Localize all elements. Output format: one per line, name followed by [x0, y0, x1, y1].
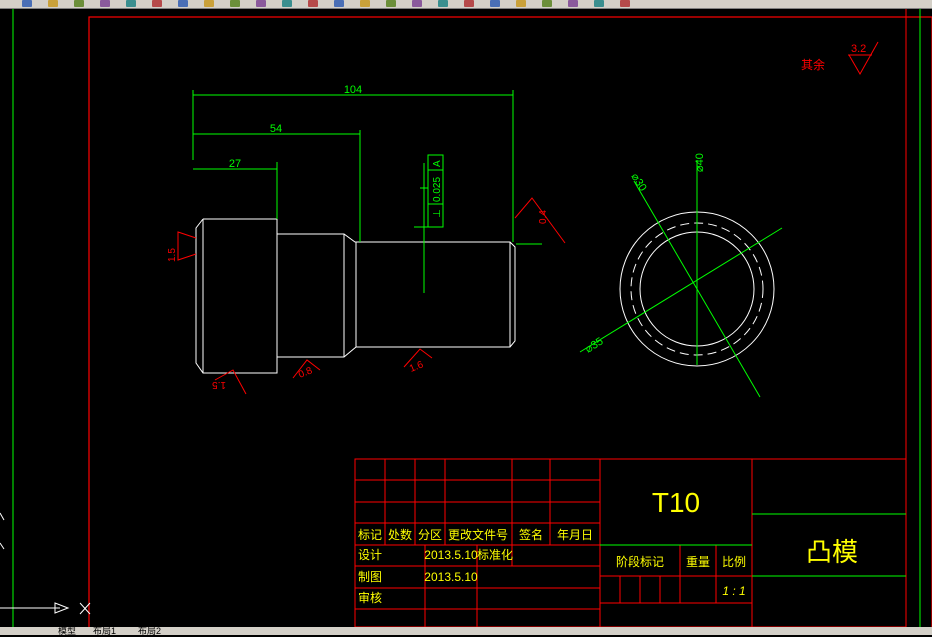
header-signature: 签名 — [519, 527, 543, 542]
pan-icon[interactable] — [308, 0, 318, 7]
layer-state-icon[interactable] — [620, 0, 630, 7]
cut-icon[interactable] — [152, 0, 162, 7]
row-review-label: 审核 — [358, 590, 382, 605]
roughness-middle: 0.8 — [297, 365, 314, 381]
dimension-lines — [192, 90, 542, 293]
roughness-bottom-head: 1.5 — [212, 379, 226, 390]
row-design-extra: 标准化 — [477, 548, 513, 562]
undo-icon[interactable] — [256, 0, 266, 7]
roughness-general-label: 其余 — [801, 57, 825, 72]
part-end-view[interactable] — [579, 160, 783, 398]
help-icon[interactable] — [568, 0, 578, 7]
scale-label: 比例 — [722, 555, 746, 569]
copy-icon[interactable] — [178, 0, 188, 7]
paste-icon[interactable] — [204, 0, 214, 7]
drawing-canvas[interactable]: 104 54 27 ⌀40 ⌀30 ⌀35 ⊥ 0.025 A 1.5 1.5 … — [0, 9, 932, 627]
dimension-texts: 104 54 27 ⌀40 ⌀30 ⌀35 — [229, 84, 706, 356]
row-design-label: 设计 — [358, 548, 382, 562]
tolerance-datum: A — [432, 160, 443, 167]
zoom-window-icon[interactable] — [360, 0, 370, 7]
layout-tab-bar: 模型 布局1 布局2 — [0, 624, 932, 637]
roughness-general-value: 3.2 — [851, 43, 866, 55]
match-icon[interactable] — [230, 0, 240, 7]
stage-mark-label: 阶段标记 — [616, 554, 664, 569]
header-mark: 标记 — [358, 528, 382, 542]
tab-layout1[interactable]: 布局1 — [93, 624, 116, 637]
tool-palette-icon[interactable] — [464, 0, 474, 7]
tab-layout2[interactable]: 布局2 — [138, 624, 161, 637]
save-icon[interactable] — [74, 0, 84, 7]
markup-icon[interactable] — [516, 0, 526, 7]
roughness-head-face: 1.5 — [167, 248, 178, 262]
part-name: 凸模 — [806, 538, 858, 568]
calc-icon[interactable] — [542, 0, 552, 7]
row-design-date: 2013.5.10 — [424, 548, 478, 562]
scale-value: 1 : 1 — [722, 584, 745, 598]
part-code: T10 — [652, 487, 700, 518]
dim-dia40: ⌀40 — [694, 153, 706, 172]
weight-label: 重量 — [686, 555, 710, 569]
tolerance-texts: ⊥ 0.025 A — [432, 160, 443, 218]
layer-icon[interactable] — [594, 0, 604, 7]
design-center-icon[interactable] — [438, 0, 448, 7]
header-change-doc: 更改文件号 — [448, 527, 508, 542]
preview-icon[interactable] — [126, 0, 136, 7]
roughness-right-end: 0.4 — [538, 210, 549, 224]
tab-model[interactable]: 模型 — [58, 624, 76, 637]
zoom-previous-icon[interactable] — [386, 0, 396, 7]
part-side-view[interactable] — [195, 218, 516, 374]
dim-104: 104 — [344, 84, 362, 96]
sheet-set-icon[interactable] — [490, 0, 500, 7]
dim-54: 54 — [270, 123, 282, 135]
open-icon[interactable] — [48, 0, 58, 7]
properties-icon[interactable] — [412, 0, 422, 7]
row-draw-date: 2013.5.10 — [424, 570, 478, 584]
header-date: 年月日 — [557, 528, 593, 542]
tolerance-symbol: ⊥ — [432, 209, 443, 218]
standard-toolbar — [0, 0, 932, 9]
print-icon[interactable] — [100, 0, 110, 7]
title-block-texts: 标记 处数 分区 更改文件号 签名 年月日 设计 2013.5.10 标准化 制… — [358, 487, 858, 605]
roughness-shaft: 1.6 — [408, 359, 425, 375]
zoom-realtime-icon[interactable] — [334, 0, 344, 7]
dim-27: 27 — [229, 158, 241, 170]
header-zone: 分区 — [418, 528, 442, 542]
dim-dia30: ⌀30 — [628, 171, 648, 193]
new-icon[interactable] — [22, 0, 32, 7]
row-draw-label: 制图 — [358, 570, 382, 584]
header-count: 处数 — [388, 527, 412, 542]
tolerance-value: 0.025 — [432, 177, 443, 202]
redo-icon[interactable] — [282, 0, 292, 7]
